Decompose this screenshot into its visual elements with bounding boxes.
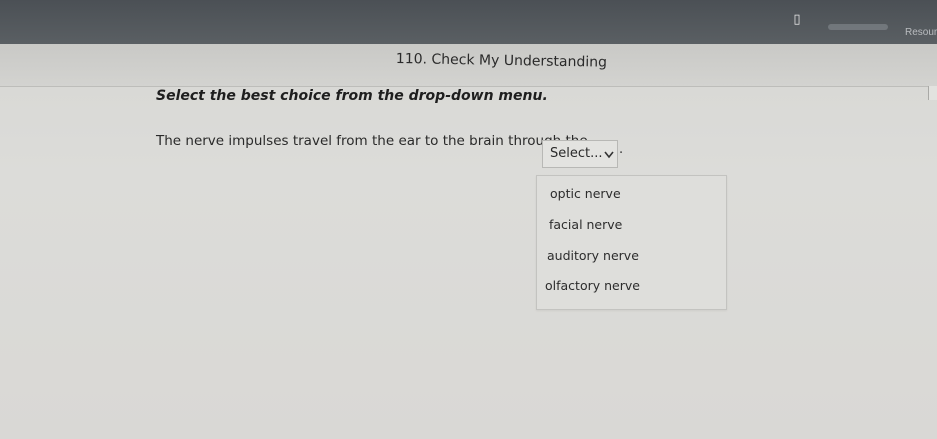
option-facial-nerve[interactable]: facial nerve xyxy=(537,211,726,239)
top-toolbar: ▯ Resourc xyxy=(0,0,937,44)
option-label: auditory nerve xyxy=(547,248,639,263)
sentence-period: . xyxy=(619,142,624,157)
question-instruction: Select the best choice from the drop-dow… xyxy=(156,88,548,104)
option-label: olfactory nerve xyxy=(545,278,640,293)
dropdown-menu: optic nerve facial nerve auditory nerve … xyxy=(536,175,727,310)
option-optic-nerve[interactable]: optic nerve xyxy=(537,180,726,208)
option-olfactory-nerve[interactable]: olfactory nerve xyxy=(537,272,726,300)
side-panel-edge[interactable] xyxy=(928,86,937,100)
question-prompt: The nerve impulses travel from the ear t… xyxy=(156,133,588,149)
toolbar-link[interactable] xyxy=(828,24,888,30)
resources-link[interactable]: Resourc xyxy=(905,27,937,38)
option-auditory-nerve[interactable]: auditory nerve xyxy=(537,242,726,270)
book-icon[interactable]: ▯ xyxy=(790,13,804,27)
dropdown-selected-label: Select... xyxy=(550,146,603,161)
chevron-down-icon xyxy=(604,151,614,159)
option-label: facial nerve xyxy=(549,217,623,232)
answer-dropdown[interactable]: Select... xyxy=(542,140,618,168)
option-label: optic nerve xyxy=(550,186,621,201)
